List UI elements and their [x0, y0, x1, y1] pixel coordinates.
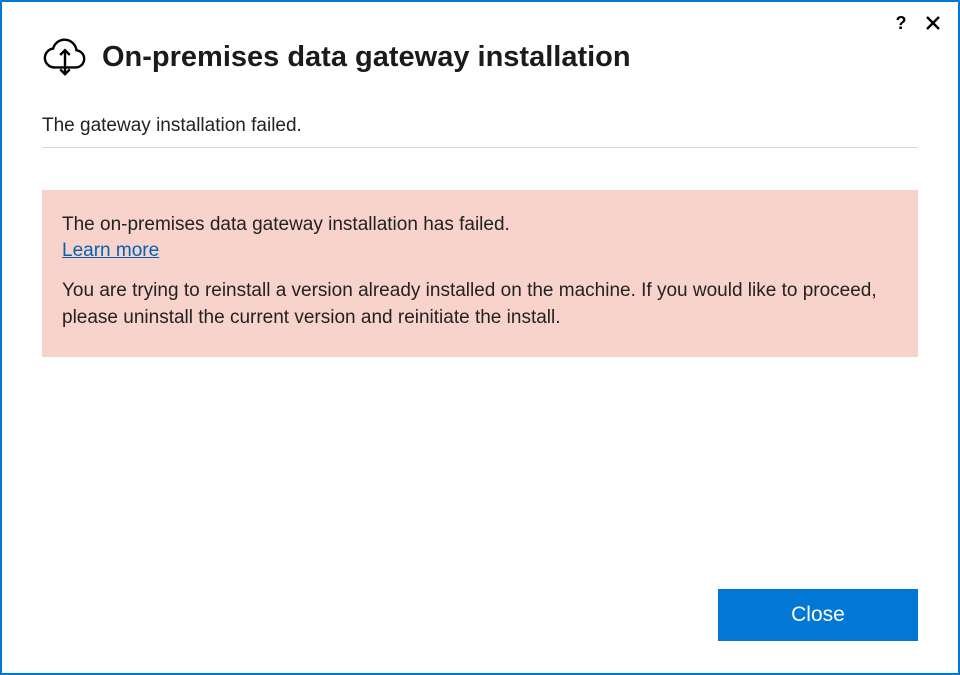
error-message: The on-premises data gateway installatio…: [62, 214, 898, 236]
window-close-button[interactable]: [922, 12, 944, 34]
footer: Close: [2, 589, 958, 673]
page-title: On-premises data gateway installation: [102, 41, 631, 74]
close-button[interactable]: Close: [718, 589, 918, 641]
cloud-sync-icon: [42, 32, 88, 83]
help-button[interactable]: ?: [890, 12, 912, 34]
learn-more-link[interactable]: Learn more: [62, 240, 159, 262]
installer-window: ? On-premises data gateway installation …: [0, 0, 960, 675]
titlebar-controls: ?: [890, 12, 944, 34]
close-icon: [925, 15, 941, 31]
status-message: The gateway installation failed.: [42, 115, 918, 148]
error-panel: The on-premises data gateway installatio…: [42, 190, 918, 357]
error-detail: You are trying to reinstall a version al…: [62, 278, 898, 331]
header: On-premises data gateway installation: [2, 2, 958, 93]
